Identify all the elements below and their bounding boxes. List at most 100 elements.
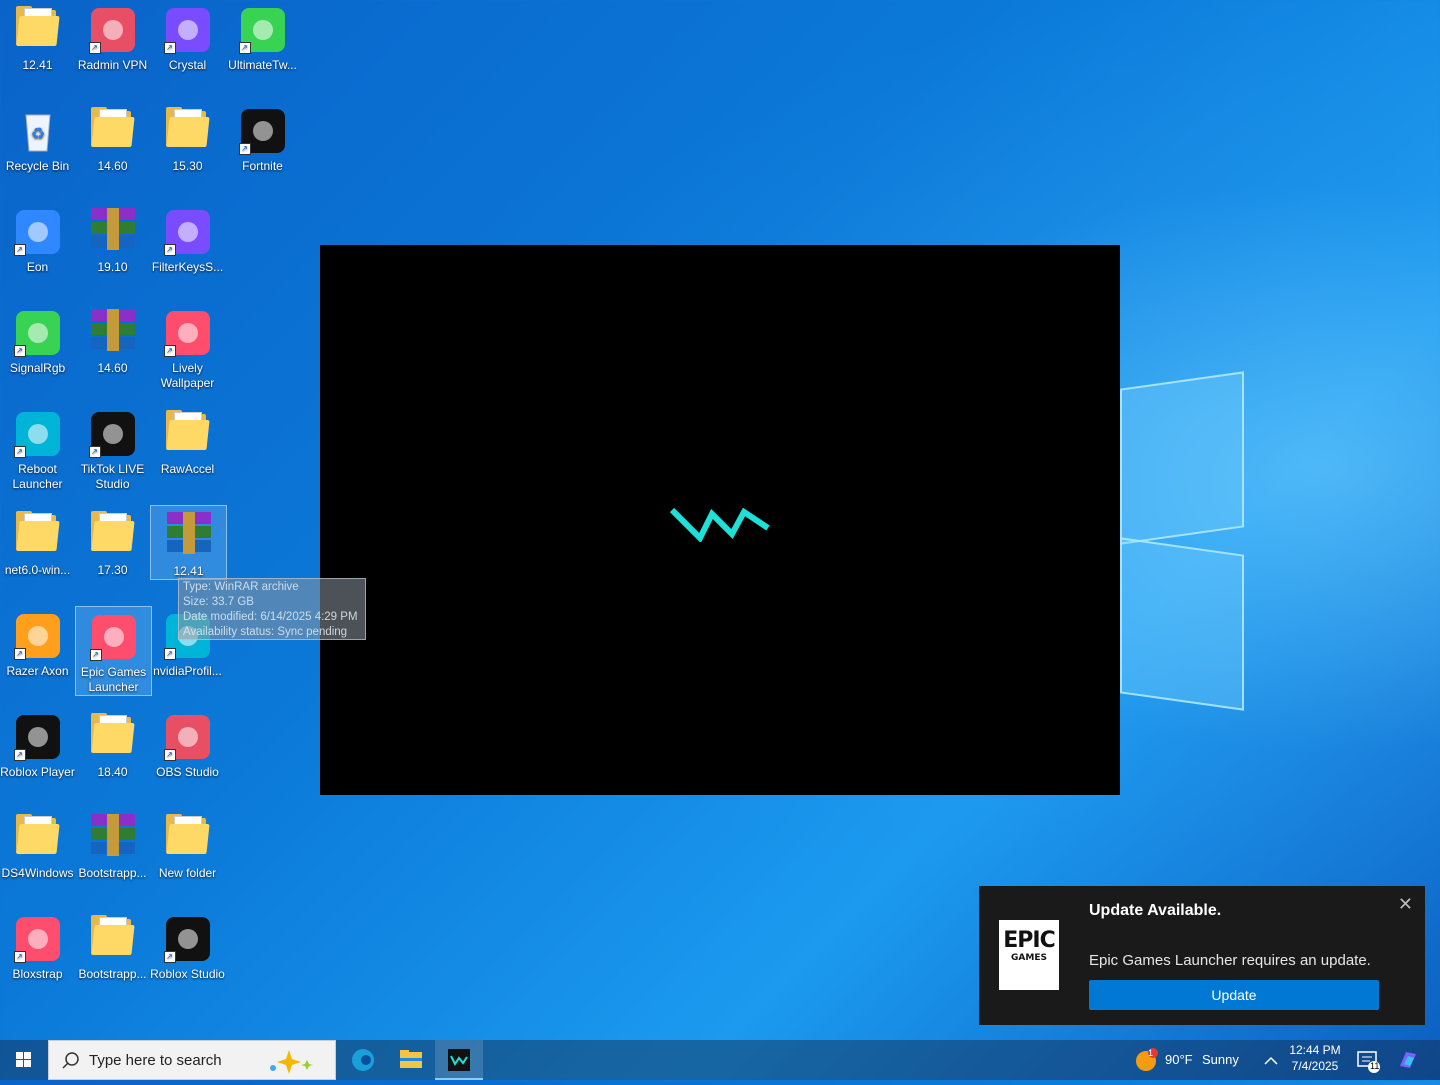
desktop-icon-label: 14.60 bbox=[97, 159, 128, 173]
desktop-icon[interactable]: 17.30 bbox=[75, 505, 150, 578]
desktop-icon-label: Bootstrapp... bbox=[78, 967, 147, 981]
vm-taskbar-button[interactable] bbox=[435, 1040, 483, 1080]
desktop-icon-label: Roblox Studio bbox=[150, 967, 225, 981]
desktop-icon[interactable]: RawAccel bbox=[150, 404, 225, 477]
desktop-icon-label: Roblox Player bbox=[0, 765, 75, 779]
folder-icon bbox=[14, 511, 62, 559]
desktop-icon-label: 17.30 bbox=[97, 563, 128, 577]
clock[interactable]: 12:44 PM 7/4/2025 bbox=[1285, 1043, 1345, 1073]
desktop-icon-label: SignalRgb bbox=[9, 361, 66, 375]
desktop-icon-label: Epic Games Launcher bbox=[80, 665, 147, 694]
tooltip-availability: Availability status: Sync pending bbox=[183, 626, 348, 638]
desktop-icon[interactable]: ↗ Crystal bbox=[150, 0, 225, 73]
desktop-icon-label: RawAccel bbox=[160, 462, 215, 476]
desktop-icon-label: Bloxstrap bbox=[12, 967, 63, 981]
tooltip-date: Date modified: 6/14/2025 4:29 PM bbox=[183, 611, 358, 623]
app-icon: ↗ bbox=[13, 713, 62, 761]
vm-logo bbox=[669, 503, 770, 553]
app-icon: ↗ bbox=[238, 6, 287, 54]
desktop-icon[interactable]: 15.30 bbox=[150, 101, 225, 174]
app-icon: ↗ bbox=[88, 6, 137, 54]
desktop-icon-label: net6.0-win... bbox=[4, 563, 71, 577]
desktop-icon-label: OBS Studio bbox=[156, 765, 219, 779]
desktop-icon[interactable]: ↗ Roblox Player bbox=[0, 707, 75, 780]
folder-icon bbox=[14, 814, 62, 862]
svg-text:♻: ♻ bbox=[30, 126, 44, 143]
desktop-icon[interactable]: ↗ Roblox Studio bbox=[150, 909, 225, 982]
desktop-icon[interactable]: 12.41 bbox=[150, 505, 227, 580]
app-icon: ↗ bbox=[163, 713, 212, 761]
notification-count: 11 bbox=[1370, 1061, 1380, 1071]
desktop-icon[interactable]: ↗ TikTok LIVE Studio bbox=[75, 404, 150, 492]
app-icon: ↗ bbox=[163, 915, 212, 963]
folder-icon bbox=[164, 410, 212, 458]
edge-taskbar-button[interactable] bbox=[339, 1040, 387, 1080]
vm-splash-window[interactable] bbox=[320, 245, 1120, 795]
desktop-icon[interactable]: 19.10 bbox=[75, 202, 150, 275]
vm-app-icon bbox=[448, 1049, 470, 1071]
winrar-archive-icon bbox=[89, 814, 137, 862]
search-box[interactable]: Type here to search bbox=[48, 1040, 336, 1080]
desktop-icon[interactable]: ↗ FilterKeysS... bbox=[150, 202, 225, 275]
desktop-icon[interactable]: 14.60 bbox=[75, 101, 150, 174]
desktop-icon-label: nvidiaProfil... bbox=[153, 664, 222, 678]
update-button[interactable]: Update bbox=[1089, 980, 1379, 1010]
app-icon: ↗ bbox=[13, 915, 62, 963]
weather-desc[interactable]: Sunny bbox=[1202, 1052, 1239, 1067]
desktop-icon[interactable]: Bootstrapp... bbox=[75, 909, 150, 982]
app-icon: ↗ bbox=[163, 6, 212, 54]
close-icon[interactable]: ✕ bbox=[1398, 894, 1413, 915]
desktop-icon[interactable]: 14.60 bbox=[75, 303, 150, 376]
sparkle-icon bbox=[270, 1050, 313, 1074]
desktop-icon-label: New folder bbox=[158, 866, 217, 880]
desktop-icon[interactable]: ♻ Recycle Bin bbox=[0, 101, 75, 174]
taskbar: Type here to search 1 90°F Sunny 12:44 P… bbox=[0, 1040, 1440, 1080]
app-icon: ↗ bbox=[163, 208, 212, 256]
desktop-icon-label: Eon bbox=[26, 260, 49, 274]
desktop-icon[interactable]: ↗ Eon bbox=[0, 202, 75, 275]
desktop-icon[interactable]: ↗ UltimateTw... bbox=[225, 0, 300, 73]
desktop-icon[interactable]: ↗ Lively Wallpaper bbox=[150, 303, 225, 391]
desktop-icon[interactable]: ↗ SignalRgb bbox=[0, 303, 75, 376]
desktop-icon-label: Bootstrapp... bbox=[78, 866, 147, 880]
desktop-icon[interactable]: ↗ Fortnite bbox=[225, 101, 300, 174]
desktop-icon[interactable]: ↗ Radmin VPN bbox=[75, 0, 150, 73]
start-button[interactable] bbox=[0, 1040, 48, 1080]
toast-message: Epic Games Launcher requires an update. bbox=[1089, 952, 1371, 969]
desktop-icon[interactable]: DS4Windows bbox=[0, 808, 75, 881]
windows-start-icon bbox=[16, 1052, 31, 1067]
copilot-icon[interactable] bbox=[1396, 1048, 1420, 1072]
folder-icon bbox=[89, 713, 137, 761]
desktop-icon-label: FilterKeysS... bbox=[151, 260, 224, 274]
app-icon: ↗ bbox=[88, 410, 137, 458]
desktop-icon-label: Fortnite bbox=[242, 159, 283, 173]
epic-update-toast[interactable]: EPIC GAMES Update Available. Epic Games … bbox=[979, 886, 1425, 1025]
winrar-archive-icon bbox=[165, 512, 213, 560]
desktop-icon[interactable]: ↗ Reboot Launcher bbox=[0, 404, 75, 492]
search-placeholder: Type here to search bbox=[89, 1052, 222, 1069]
desktop-icon[interactable]: ↗ Razer Axon bbox=[0, 606, 75, 679]
desktop-icon[interactable]: ↗ Bloxstrap bbox=[0, 909, 75, 982]
windows-wallpaper-logo bbox=[1120, 371, 1245, 711]
weather-temp[interactable]: 90°F bbox=[1165, 1052, 1193, 1067]
clock-time: 12:44 PM bbox=[1289, 1043, 1341, 1057]
desktop-icon[interactable]: net6.0-win... bbox=[0, 505, 75, 578]
epic-games-logo: EPIC GAMES bbox=[999, 920, 1059, 990]
desktop-icon[interactable]: 18.40 bbox=[75, 707, 150, 780]
weather-sun-icon[interactable] bbox=[1134, 1048, 1158, 1072]
folder-icon bbox=[164, 814, 212, 862]
desktop-icon[interactable]: ↗ OBS Studio bbox=[150, 707, 225, 780]
chevron-up-icon[interactable] bbox=[1263, 1053, 1279, 1069]
search-icon bbox=[62, 1052, 79, 1069]
desktop-icon-label: Razer Axon bbox=[6, 664, 69, 678]
desktop-icon[interactable]: New folder bbox=[150, 808, 225, 881]
desktop-icon-label: 15.30 bbox=[172, 159, 203, 173]
desktop-icon-label: Lively Wallpaper bbox=[160, 361, 215, 390]
desktop-icon-label: 14.60 bbox=[97, 361, 128, 375]
desktop-icon[interactable]: Bootstrapp... bbox=[75, 808, 150, 881]
file-explorer-taskbar-button[interactable] bbox=[387, 1040, 435, 1080]
desktop-icon-label: Radmin VPN bbox=[77, 58, 148, 72]
desktop-icon-label: TikTok LIVE Studio bbox=[80, 462, 145, 491]
desktop-icon[interactable]: 12.41 bbox=[0, 0, 75, 73]
desktop-icon[interactable]: ↗ Epic Games Launcher bbox=[75, 606, 152, 696]
